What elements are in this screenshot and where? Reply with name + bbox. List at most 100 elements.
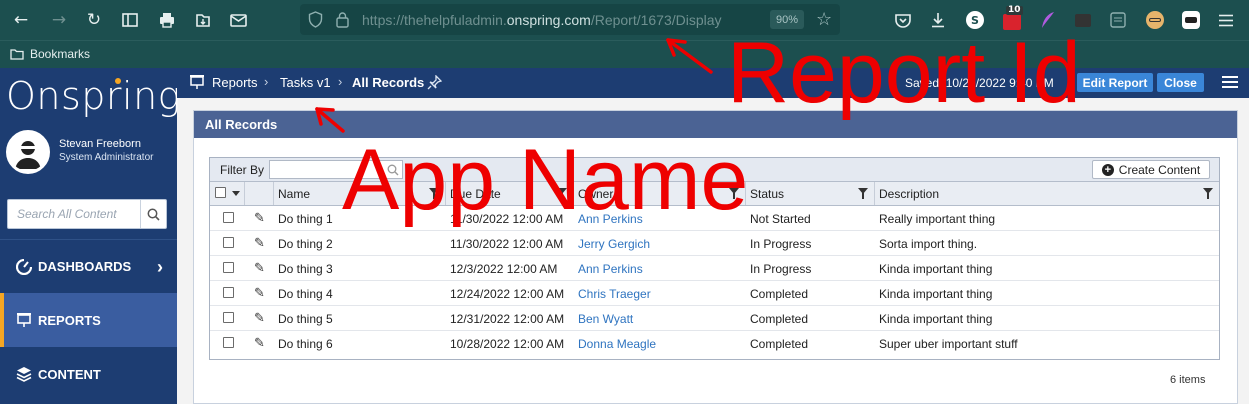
chevron-right-icon: › <box>157 257 163 277</box>
avatar[interactable] <box>6 130 50 174</box>
extension-glasses-icon[interactable] <box>1143 8 1167 32</box>
cell-description: Kinda important thing <box>879 287 993 301</box>
table-row[interactable]: ✎ Do thing 3 12/3/2022 12:00 AM Ann Perk… <box>210 256 1219 281</box>
logo-dot <box>115 78 121 84</box>
back-arrow-icon[interactable]: ← <box>9 8 33 32</box>
search-all-content-input[interactable] <box>8 200 142 228</box>
user-name: Stevan Freeborn <box>59 138 141 150</box>
breadcrumb: Reports › Tasks v1 › All Records Saved: … <box>177 68 1249 98</box>
extension-reader-icon[interactable] <box>1106 8 1130 32</box>
sidebar-item-reports[interactable]: REPORTS <box>0 293 177 347</box>
sidebar-search <box>7 199 167 229</box>
reload-icon[interactable]: ↻ <box>82 8 106 32</box>
pencil-icon[interactable]: ✎ <box>254 311 265 326</box>
cell-name[interactable]: Do thing 1 <box>278 212 333 226</box>
cell-owner-link[interactable]: Jerry Gergich <box>578 237 650 251</box>
filter-funnel-icon[interactable] <box>858 188 868 199</box>
menu-icon[interactable] <box>1222 76 1238 88</box>
user-role: System Administrator <box>59 152 154 163</box>
sidebar-item-dashboards[interactable]: DASHBOARDS › <box>0 239 177 293</box>
print-icon[interactable] <box>155 8 179 32</box>
column-header-status[interactable]: Status <box>746 182 875 205</box>
sidebar-toggle-icon[interactable] <box>118 8 142 32</box>
select-all-checkbox[interactable] <box>215 187 226 198</box>
pencil-icon[interactable]: ✎ <box>254 261 265 276</box>
pencil-icon[interactable]: ✎ <box>254 211 265 226</box>
extension-mask-icon[interactable] <box>1179 8 1203 32</box>
plus-circle-icon: + <box>1101 163 1114 176</box>
search-icon[interactable] <box>140 200 166 228</box>
reports-icon <box>190 75 204 95</box>
onspring-logo[interactable]: Onspring <box>6 74 181 118</box>
breadcrumb-current: All Records <box>352 75 425 90</box>
breadcrumb-reports[interactable]: Reports <box>212 75 258 90</box>
sidebar-item-label: DASHBOARDS <box>38 259 132 274</box>
save-page-icon[interactable] <box>191 8 215 32</box>
pencil-icon[interactable]: ✎ <box>254 286 265 301</box>
breadcrumb-separator: › <box>264 74 269 89</box>
close-button[interactable]: Close <box>1157 73 1204 92</box>
cell-due-date: 12/31/2022 12:00 AM <box>450 312 565 326</box>
cell-owner-link[interactable]: Ann Perkins <box>578 262 643 276</box>
edit-col-header <box>245 182 274 205</box>
filter-label: Filter By <box>220 163 265 177</box>
cell-owner-link[interactable]: Ben Wyatt <box>578 312 633 326</box>
cell-due-date: 12/3/2022 12:00 AM <box>450 262 558 276</box>
item-count: 6 items <box>1170 374 1206 386</box>
caret-down-icon[interactable] <box>232 191 240 196</box>
cell-name[interactable]: Do thing 3 <box>278 262 333 276</box>
row-checkbox[interactable] <box>223 237 234 248</box>
cell-name[interactable]: Do thing 6 <box>278 337 333 351</box>
edit-report-button[interactable]: Edit Report <box>1077 73 1153 92</box>
app-sidebar: Onspring Stevan Freeborn System Administ… <box>0 68 180 404</box>
bookmarks-folder[interactable]: Bookmarks <box>10 47 90 61</box>
cell-description: Kinda important thing <box>879 312 993 326</box>
pencil-icon[interactable]: ✎ <box>254 236 265 251</box>
cell-status: Not Started <box>750 212 811 226</box>
pin-icon[interactable] <box>427 74 443 95</box>
select-all-header <box>210 182 245 205</box>
hamburger-menu-icon[interactable] <box>1214 8 1238 32</box>
cell-status: In Progress <box>750 237 812 251</box>
cell-name[interactable]: Do thing 4 <box>278 287 333 301</box>
breadcrumb-separator: › <box>338 74 343 89</box>
bookmarks-label: Bookmarks <box>30 47 91 61</box>
sidebar-item-content[interactable]: CONTENT <box>0 347 177 401</box>
cell-owner-link[interactable]: Donna Meagle <box>578 337 656 351</box>
cell-owner-link[interactable]: Chris Traeger <box>578 287 651 301</box>
row-checkbox[interactable] <box>223 262 234 273</box>
forward-arrow-icon[interactable]: → <box>47 8 71 32</box>
cell-description: Super uber important stuff <box>879 337 1018 351</box>
create-content-label: Create Content <box>1118 162 1201 177</box>
column-header-description[interactable]: Description <box>875 182 1219 205</box>
row-checkbox[interactable] <box>223 337 234 348</box>
table-row[interactable]: ✎ Do thing 5 12/31/2022 12:00 AM Ben Wya… <box>210 306 1219 331</box>
cell-description: Kinda important thing <box>879 262 993 276</box>
email-icon[interactable] <box>226 8 250 32</box>
row-checkbox[interactable] <box>223 212 234 223</box>
table-row[interactable]: ✎ Do thing 2 11/30/2022 12:00 AM Jerry G… <box>210 231 1219 256</box>
breadcrumb-app[interactable]: Tasks v1 <box>280 75 331 90</box>
cell-status: Completed <box>750 337 809 351</box>
cell-name[interactable]: Do thing 5 <box>278 312 333 326</box>
create-content-button[interactable]: + Create Content <box>1092 160 1210 179</box>
url-text[interactable]: https://thehelpfuladmin.onspring.com/Rep… <box>362 12 722 28</box>
table-row[interactable]: ✎ Do thing 4 12/24/2022 12:00 AM Chris T… <box>210 281 1219 306</box>
pencil-icon[interactable]: ✎ <box>254 336 265 351</box>
cell-status: Completed <box>750 287 809 301</box>
cell-description: Sorta import thing. <box>879 237 978 251</box>
table-row[interactable]: ✎ Do thing 6 10/28/2022 12:00 AM Donna M… <box>210 331 1219 356</box>
annotation-report-id: Report Id <box>727 25 1081 121</box>
layers-icon <box>16 367 32 382</box>
user-profile[interactable]: Stevan Freeborn System Administrator <box>0 126 177 188</box>
lock-icon[interactable] <box>336 11 349 33</box>
cell-due-date: 10/28/2022 12:00 AM <box>450 337 565 351</box>
sidebar-item-label: CONTENT <box>38 366 101 382</box>
row-checkbox[interactable] <box>223 287 234 298</box>
row-checkbox[interactable] <box>223 312 234 323</box>
filter-funnel-icon[interactable] <box>1203 188 1213 199</box>
shield-icon[interactable] <box>308 11 323 33</box>
cell-due-date: 11/30/2022 12:00 AM <box>450 237 564 251</box>
cell-name[interactable]: Do thing 2 <box>278 237 333 251</box>
presentation-icon <box>17 313 31 327</box>
